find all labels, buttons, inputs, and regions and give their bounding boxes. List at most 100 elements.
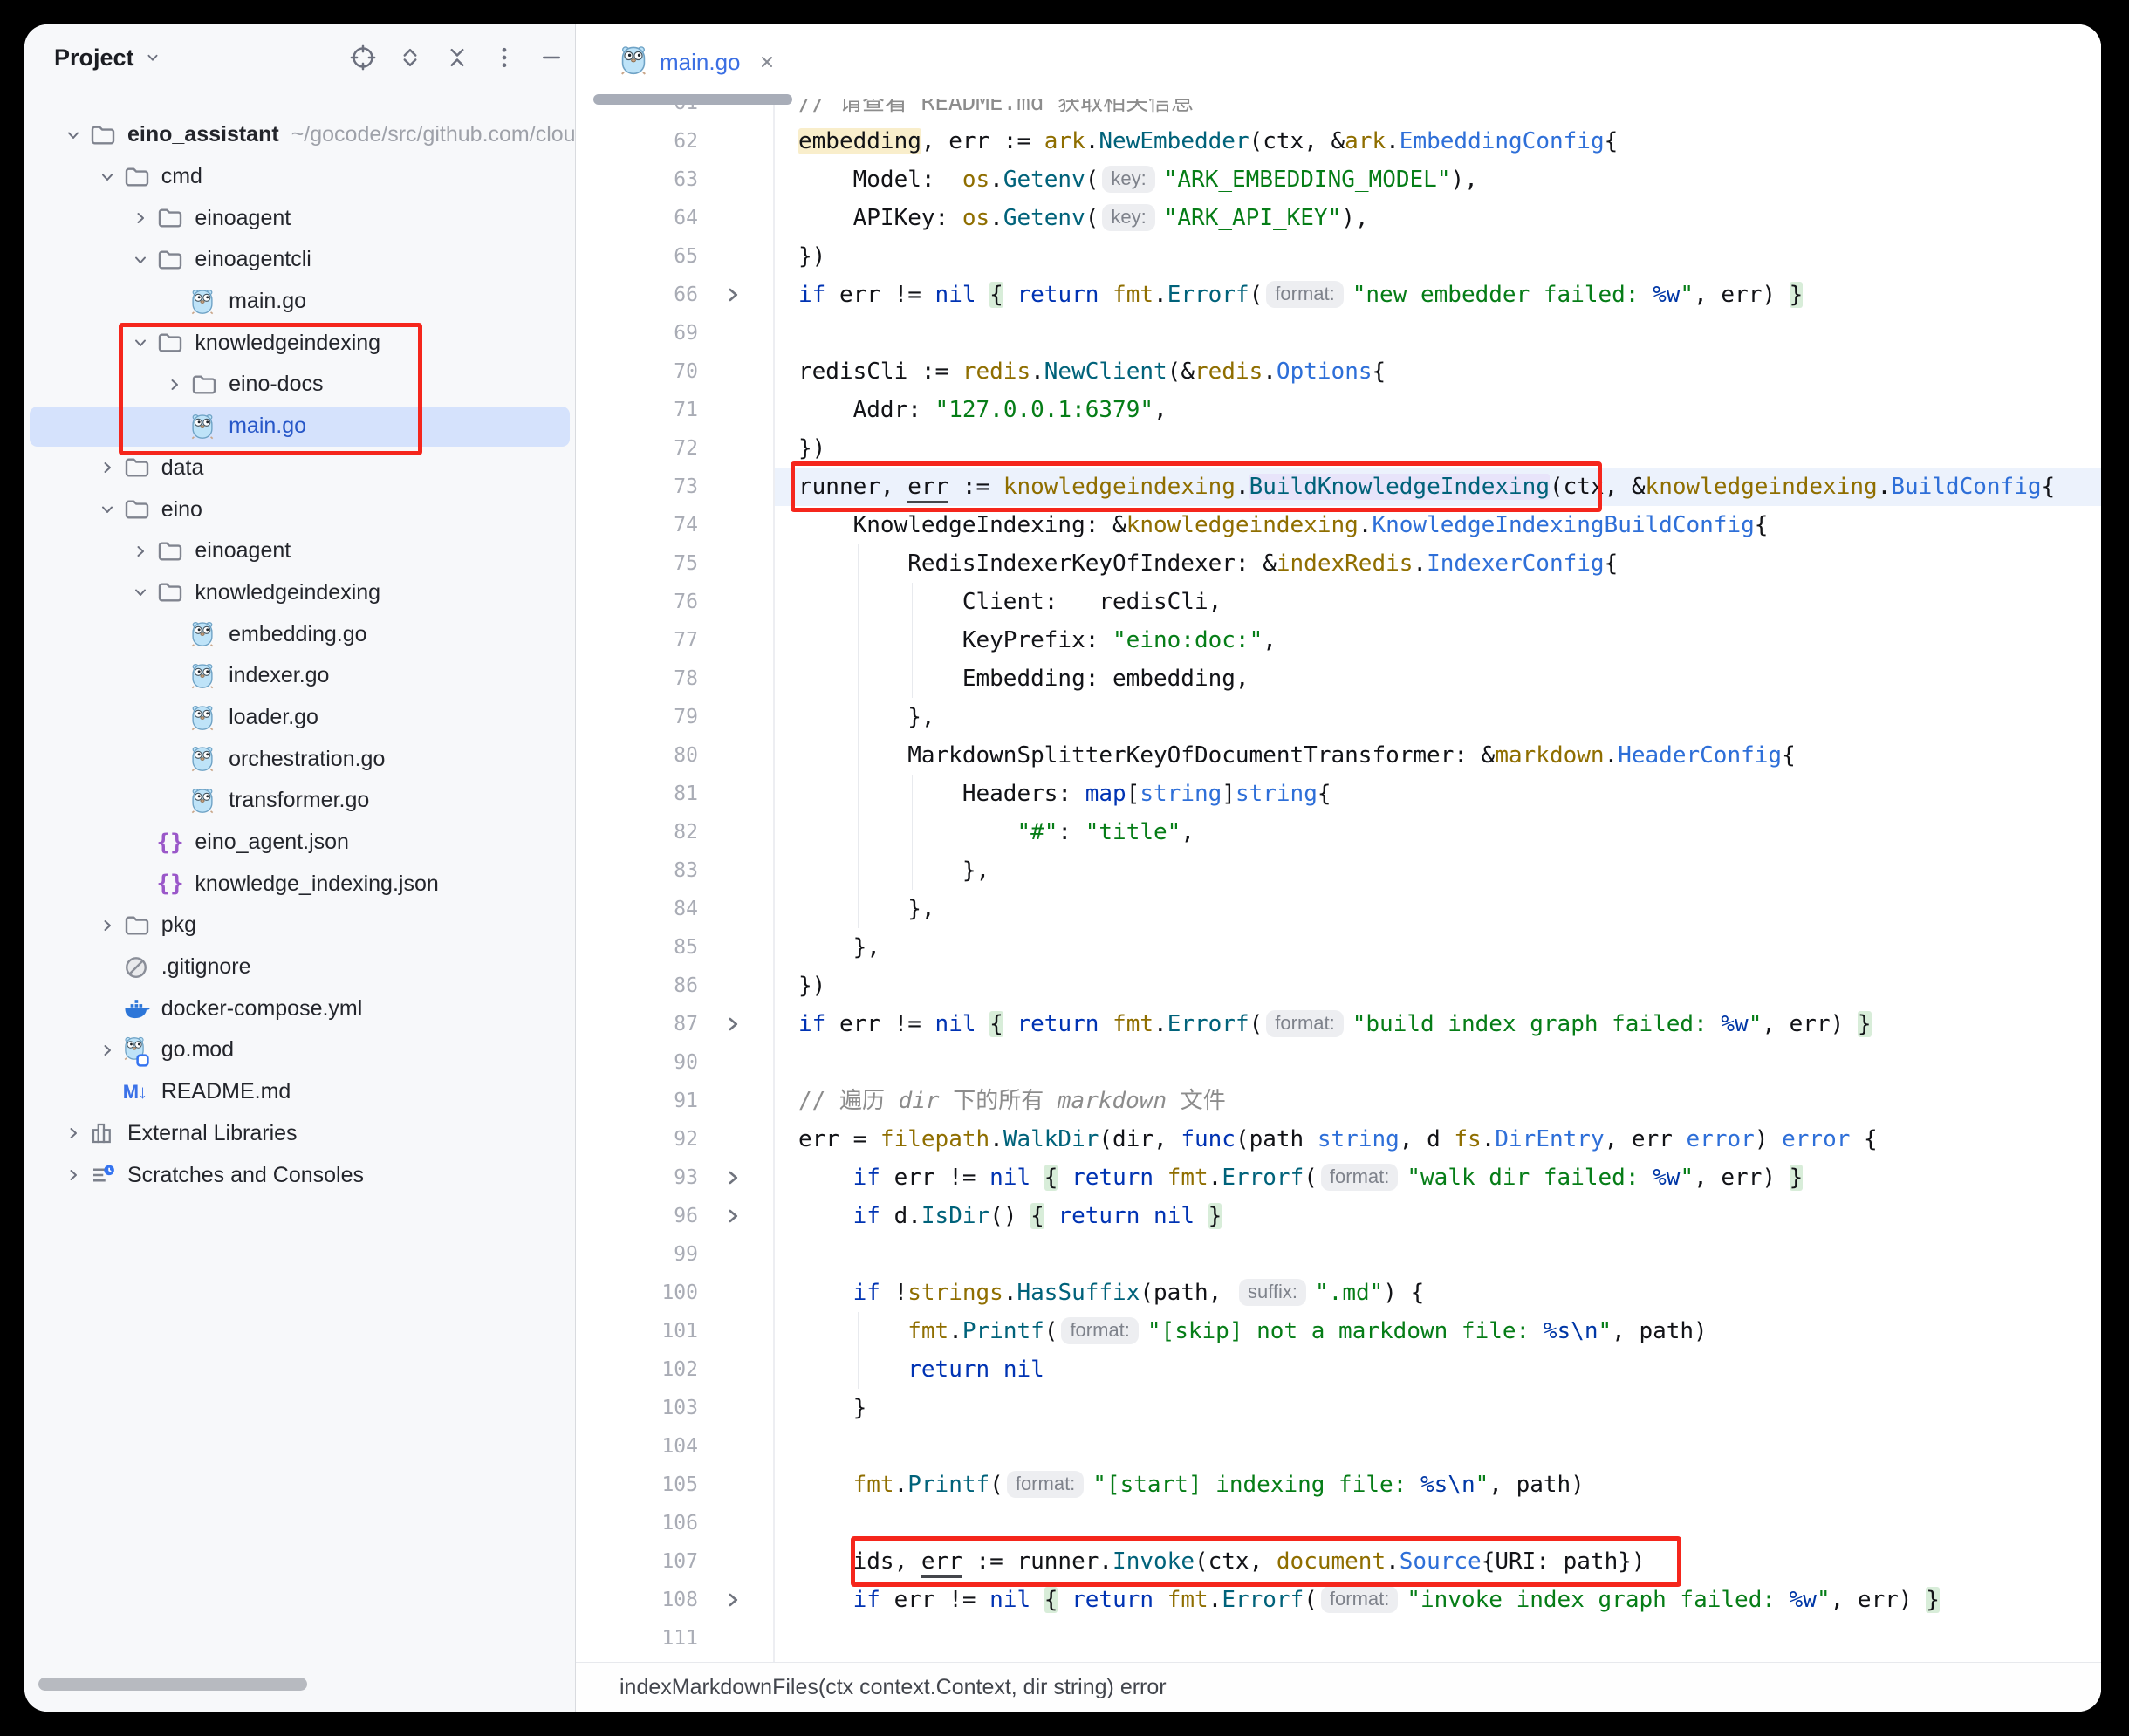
tree-item-loader-go[interactable]: loader.go xyxy=(24,697,575,739)
code-line-81[interactable]: 81 Headers: map[string]string{ xyxy=(576,775,2101,813)
chevron-right-icon[interactable] xyxy=(58,1118,89,1148)
code-line-106[interactable]: 106 xyxy=(576,1504,2101,1542)
tree-item-einoagentcli[interactable]: einoagentcli xyxy=(24,239,575,281)
code-line-62[interactable]: 62embedding, err := ark.NewEmbedder(ctx,… xyxy=(576,122,2101,161)
tree-item-eino[interactable]: eino xyxy=(24,489,575,530)
project-panel-title[interactable]: Project xyxy=(54,44,134,72)
chevron-down-icon[interactable] xyxy=(58,120,89,150)
tree-item-knowledgeindexing[interactable]: knowledgeindexing xyxy=(24,322,575,364)
tree-item-knowledge-indexing-json[interactable]: {}knowledge_indexing.json xyxy=(24,863,575,905)
code-line-92[interactable]: 92err = filepath.WalkDir(dir, func(path … xyxy=(576,1120,2101,1158)
fold-chevron-icon[interactable] xyxy=(715,1581,750,1619)
tree-item-main-go[interactable]: main.go xyxy=(24,406,575,448)
close-icon[interactable] xyxy=(756,51,777,72)
fold-chevron-icon[interactable] xyxy=(715,276,750,314)
tab-main-go[interactable]: main.go xyxy=(620,24,777,99)
code-line-76[interactable]: 76 Client: redisCli, xyxy=(576,583,2101,621)
code-line-71[interactable]: 71 Addr: "127.0.0.1:6379", xyxy=(576,391,2101,429)
chevron-right-icon[interactable] xyxy=(125,537,156,566)
tree-item-einoagent[interactable]: einoagent xyxy=(24,530,575,572)
fold-chevron-icon[interactable] xyxy=(715,1158,750,1197)
code-line-77[interactable]: 77 KeyPrefix: "eino:doc:", xyxy=(576,621,2101,660)
code-line-74[interactable]: 74 KnowledgeIndexing: &knowledgeindexing… xyxy=(576,506,2101,544)
code-line-73[interactable]: 73runner, err := knowledgeindexing.Build… xyxy=(576,468,2101,506)
tree-item-embedding-go[interactable]: embedding.go xyxy=(24,613,575,655)
tree-item-eino-agent-json[interactable]: {}eino_agent.json xyxy=(24,822,575,864)
expand-all-icon[interactable] xyxy=(395,43,425,72)
tree-item-go-mod[interactable]: go.mod xyxy=(24,1029,575,1071)
code-line-70[interactable]: 70redisCli := redis.NewClient(&redis.Opt… xyxy=(576,352,2101,391)
chevron-right-icon[interactable] xyxy=(159,370,190,400)
sidebar-horizontal-scrollbar[interactable] xyxy=(38,1678,307,1691)
code-line-107[interactable]: 107 ids, err := runner.Invoke(ctx, docum… xyxy=(576,1542,2101,1581)
code-line-78[interactable]: 78 Embedding: embedding, xyxy=(576,660,2101,698)
chevron-down-icon[interactable] xyxy=(125,328,156,358)
tree-item-external-libraries[interactable]: External Libraries xyxy=(24,1113,575,1155)
tree-item-eino-docs[interactable]: eino-docs xyxy=(24,364,575,406)
code-line-101[interactable]: 101 fmt.Printf(format:"[skip] not a mark… xyxy=(576,1312,2101,1350)
line-number: 100 xyxy=(576,1274,698,1312)
target-icon[interactable] xyxy=(348,43,378,72)
code-line-63[interactable]: 63 Model: os.Getenv(key:"ARK_EMBEDDING_M… xyxy=(576,161,2101,199)
code-line-85[interactable]: 85 }, xyxy=(576,928,2101,967)
code-line-75[interactable]: 75 RedisIndexerKeyOfIndexer: &indexRedis… xyxy=(576,544,2101,583)
chevron-down-icon[interactable] xyxy=(125,578,156,607)
code-line-82[interactable]: 82 "#": "title", xyxy=(576,813,2101,851)
code-line-72[interactable]: 72}) xyxy=(576,429,2101,468)
tree-item-indexer-go[interactable]: indexer.go xyxy=(24,655,575,697)
code-line-102[interactable]: 102 return nil xyxy=(576,1350,2101,1389)
code-line-83[interactable]: 83 }, xyxy=(576,851,2101,890)
hide-panel-icon[interactable] xyxy=(537,43,566,72)
code-line-93[interactable]: 93 if err != nil { return fmt.Errorf(for… xyxy=(576,1158,2101,1197)
code-line-111[interactable]: 111 xyxy=(576,1619,2101,1657)
collapse-all-icon[interactable] xyxy=(442,43,472,72)
code-line-80[interactable]: 80 MarkdownSplitterKeyOfDocumentTransfor… xyxy=(576,736,2101,775)
chevron-right-icon[interactable] xyxy=(92,911,123,940)
code-token xyxy=(1195,1203,1208,1229)
chevron-down-icon[interactable] xyxy=(125,245,156,275)
tree-item-knowledgeindexing[interactable]: knowledgeindexing xyxy=(24,572,575,614)
fold-chevron-icon[interactable] xyxy=(715,1005,750,1043)
tree-item-orchestration-go[interactable]: orchestration.go xyxy=(24,738,575,780)
tree-item-scratches-and-consoles[interactable]: Scratches and Consoles xyxy=(24,1154,575,1196)
chevron-down-icon[interactable] xyxy=(143,48,162,67)
more-vertical-icon[interactable] xyxy=(489,43,519,72)
chevron-down-icon[interactable] xyxy=(92,162,123,192)
chevron-right-icon[interactable] xyxy=(92,453,123,482)
code-line-69[interactable]: 69 xyxy=(576,314,2101,352)
tree-item-eino-assistant[interactable]: eino_assistant~/gocode/src/github.com/cl… xyxy=(24,114,575,156)
code-line-103[interactable]: 103 } xyxy=(576,1389,2101,1427)
fold-chevron-icon[interactable] xyxy=(715,1197,750,1235)
chevron-right-icon[interactable] xyxy=(92,1035,123,1065)
tree-item-cmd[interactable]: cmd xyxy=(24,156,575,198)
code-line-96[interactable]: 96 if d.IsDir() { return nil } xyxy=(576,1197,2101,1235)
tree-item-docker-compose-yml[interactable]: docker-compose.yml xyxy=(24,988,575,1029)
tree-item-transformer-go[interactable]: transformer.go xyxy=(24,780,575,822)
code-line-84[interactable]: 84 }, xyxy=(576,890,2101,928)
code-line-99[interactable]: 99 xyxy=(576,1235,2101,1274)
code-line-91[interactable]: 91// 遍历 dir 下的所有 markdown 文件 xyxy=(576,1082,2101,1120)
tree-item-einoagent[interactable]: einoagent xyxy=(24,197,575,239)
code-token: ) { xyxy=(1383,1280,1424,1306)
tree-item-pkg[interactable]: pkg xyxy=(24,905,575,947)
code-line-100[interactable]: 100 if !strings.HasSuffix(path, suffix:"… xyxy=(576,1274,2101,1312)
tree-item-readme-md[interactable]: M↓README.md xyxy=(24,1071,575,1113)
code-area[interactable]: 61// 请查看 README.md 获取相关信息62embedding, er… xyxy=(576,24,2101,1662)
tab-scroll-thumb[interactable] xyxy=(593,94,792,105)
code-line-66[interactable]: 66if err != nil { return fmt.Errorf(form… xyxy=(576,276,2101,314)
code-line-90[interactable]: 90 xyxy=(576,1043,2101,1082)
code-line-87[interactable]: 87if err != nil { return fmt.Errorf(form… xyxy=(576,1005,2101,1043)
code-line-64[interactable]: 64 APIKey: os.Getenv(key:"ARK_API_KEY"), xyxy=(576,199,2101,237)
code-line-79[interactable]: 79 }, xyxy=(576,698,2101,736)
tree-item-data[interactable]: data xyxy=(24,448,575,489)
code-line-65[interactable]: 65}) xyxy=(576,237,2101,276)
code-line-105[interactable]: 105 fmt.Printf(format:"[start] indexing … xyxy=(576,1466,2101,1504)
chevron-right-icon[interactable] xyxy=(58,1160,89,1190)
tree-item-gitignore[interactable]: .gitignore xyxy=(24,947,575,988)
code-line-86[interactable]: 86}) xyxy=(576,967,2101,1005)
chevron-right-icon[interactable] xyxy=(125,203,156,233)
chevron-down-icon[interactable] xyxy=(92,495,123,524)
code-line-108[interactable]: 108 if err != nil { return fmt.Errorf(fo… xyxy=(576,1581,2101,1619)
tree-item-main-go[interactable]: main.go xyxy=(24,281,575,323)
code-line-104[interactable]: 104 xyxy=(576,1427,2101,1466)
